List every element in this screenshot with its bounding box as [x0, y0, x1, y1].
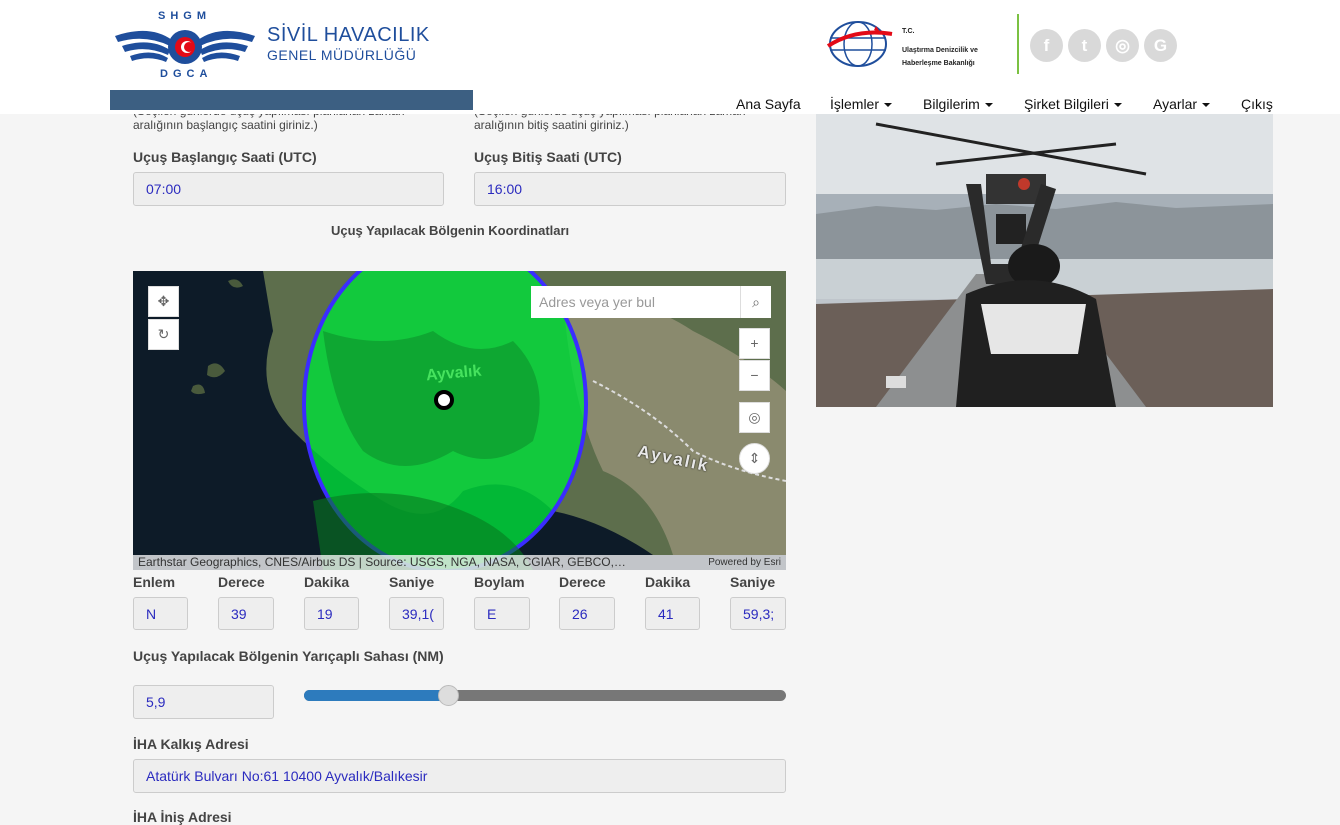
compass-icon[interactable]: ⇕ — [739, 443, 770, 474]
radius-label: Uçuş Yapılacak Bölgenin Yarıçaplı Sahası… — [133, 648, 444, 664]
chevron-down-icon — [884, 103, 893, 108]
lon-hemisphere-input[interactable]: E — [474, 597, 530, 630]
coords-title: Uçuş Yapılacak Bölgenin Koordinatları — [331, 223, 570, 238]
esri-credit[interactable]: Powered by Esri — [708, 555, 781, 570]
coord-label-lat-deg: Derece — [218, 574, 265, 590]
ministry-logo[interactable]: T.C. Ulaştırma Denizcilik ve Haberleşme … — [826, 16, 996, 74]
zone-center-marker[interactable] — [434, 390, 454, 410]
nav-settings-label: Ayarlar — [1153, 96, 1198, 112]
lat-minute-input[interactable]: 19 — [304, 597, 359, 630]
nav-logout[interactable]: Çıkış — [1241, 96, 1273, 112]
radius-slider-fill — [304, 690, 449, 701]
locate-icon[interactable]: ◎ — [739, 402, 770, 433]
logo-underbar — [110, 90, 473, 110]
nav-company-label: Şirket Bilgileri — [1024, 96, 1109, 112]
nav-my-info-label: Bilgilerim — [923, 96, 980, 112]
lon-minute-input[interactable]: 41 — [645, 597, 700, 630]
ministry-globe-icon — [826, 21, 893, 67]
coord-label-lon-min: Dakika — [645, 574, 691, 590]
coord-label-lat-sec: Saniye — [389, 574, 435, 590]
instagram-icon[interactable]: ◎ — [1106, 29, 1139, 62]
start-time-label: Uçuş Başlangıç Saati (UTC) — [133, 149, 317, 165]
coord-label-lat-min: Dakika — [304, 574, 350, 590]
chevron-down-icon — [1202, 103, 1211, 108]
takeoff-address-label: İHA Kalkış Adresi — [133, 736, 249, 752]
ministry-tc: T.C. — [902, 28, 915, 35]
radius-slider-handle[interactable] — [437, 685, 459, 706]
end-time-input[interactable]: 16:00 — [474, 172, 786, 206]
lon-second-input[interactable]: 59,3; — [730, 597, 786, 630]
chevron-down-icon — [1113, 103, 1122, 108]
lat-hemisphere-input[interactable]: N — [133, 597, 188, 630]
lat-degree-input[interactable]: 39 — [218, 597, 274, 630]
drone-operator-photo — [816, 114, 1273, 407]
nav-company[interactable]: Şirket Bilgileri — [1024, 96, 1122, 112]
start-time-input[interactable]: 07:00 — [133, 172, 444, 206]
logo-bottom-text: DGCA — [160, 68, 213, 80]
coord-label-lon: Boylam — [474, 574, 525, 590]
nav-operations[interactable]: İşlemler — [830, 96, 893, 112]
zoom-in-icon[interactable]: + — [739, 328, 770, 359]
twitter-icon[interactable]: t — [1068, 29, 1101, 62]
logo-top-text: SHGM — [158, 10, 211, 22]
zoom-out-icon[interactable]: − — [739, 360, 770, 391]
map-search-input[interactable]: Adres veya yer bul — [531, 286, 740, 318]
coord-label-lon-sec: Saniye — [730, 574, 776, 590]
nav-home[interactable]: Ana Sayfa — [736, 96, 801, 112]
brand-title: SİVİL HAVACILIK — [267, 24, 430, 46]
chevron-down-icon — [984, 103, 993, 108]
site-header: SHGM DGCA SİVİL HAVACILIK GENEL MÜDÜRLÜĞ… — [0, 0, 1340, 114]
lon-degree-input[interactable]: 26 — [559, 597, 615, 630]
pan-icon[interactable]: ✥ — [148, 286, 179, 317]
shgm-logo[interactable]: SHGM DGCA SİVİL HAVACILIK GENEL MÜDÜRLÜĞ… — [110, 10, 430, 90]
rotate-icon[interactable]: ↻ — [148, 319, 179, 350]
nav-my-info[interactable]: Bilgilerim — [923, 96, 993, 112]
coord-label-lon-deg: Derece — [559, 574, 606, 590]
brand-subtitle: GENEL MÜDÜRLÜĞÜ — [267, 47, 417, 63]
end-time-label: Uçuş Bitiş Saati (UTC) — [474, 149, 622, 165]
nav-settings[interactable]: Ayarlar — [1153, 96, 1211, 112]
map-attribution: Earthstar Geographics, CNES/Airbus DS | … — [133, 555, 786, 570]
radius-input[interactable]: 5,9 — [133, 685, 274, 719]
coord-label-lat: Enlem — [133, 574, 176, 590]
facebook-icon[interactable]: f — [1030, 29, 1063, 62]
search-icon[interactable]: ⌕ — [740, 286, 771, 318]
radius-slider[interactable] — [304, 685, 786, 706]
header-divider — [1017, 14, 1019, 74]
lat-second-input[interactable]: 39,1( — [389, 597, 444, 630]
map-view[interactable]: Ayvalık Ayvalık ✥ ↻ Adres veya yer bul ⌕… — [133, 271, 786, 570]
google-icon[interactable]: G — [1144, 29, 1177, 62]
takeoff-address-input[interactable]: Atatürk Bulvarı No:61 10400 Ayvalık/Balı… — [133, 759, 786, 793]
ministry-name: Ulaştırma Denizcilik ve Haberleşme Bakan… — [902, 47, 978, 67]
drone-photo-illustration — [816, 114, 1273, 407]
nav-operations-label: İşlemler — [830, 96, 880, 112]
